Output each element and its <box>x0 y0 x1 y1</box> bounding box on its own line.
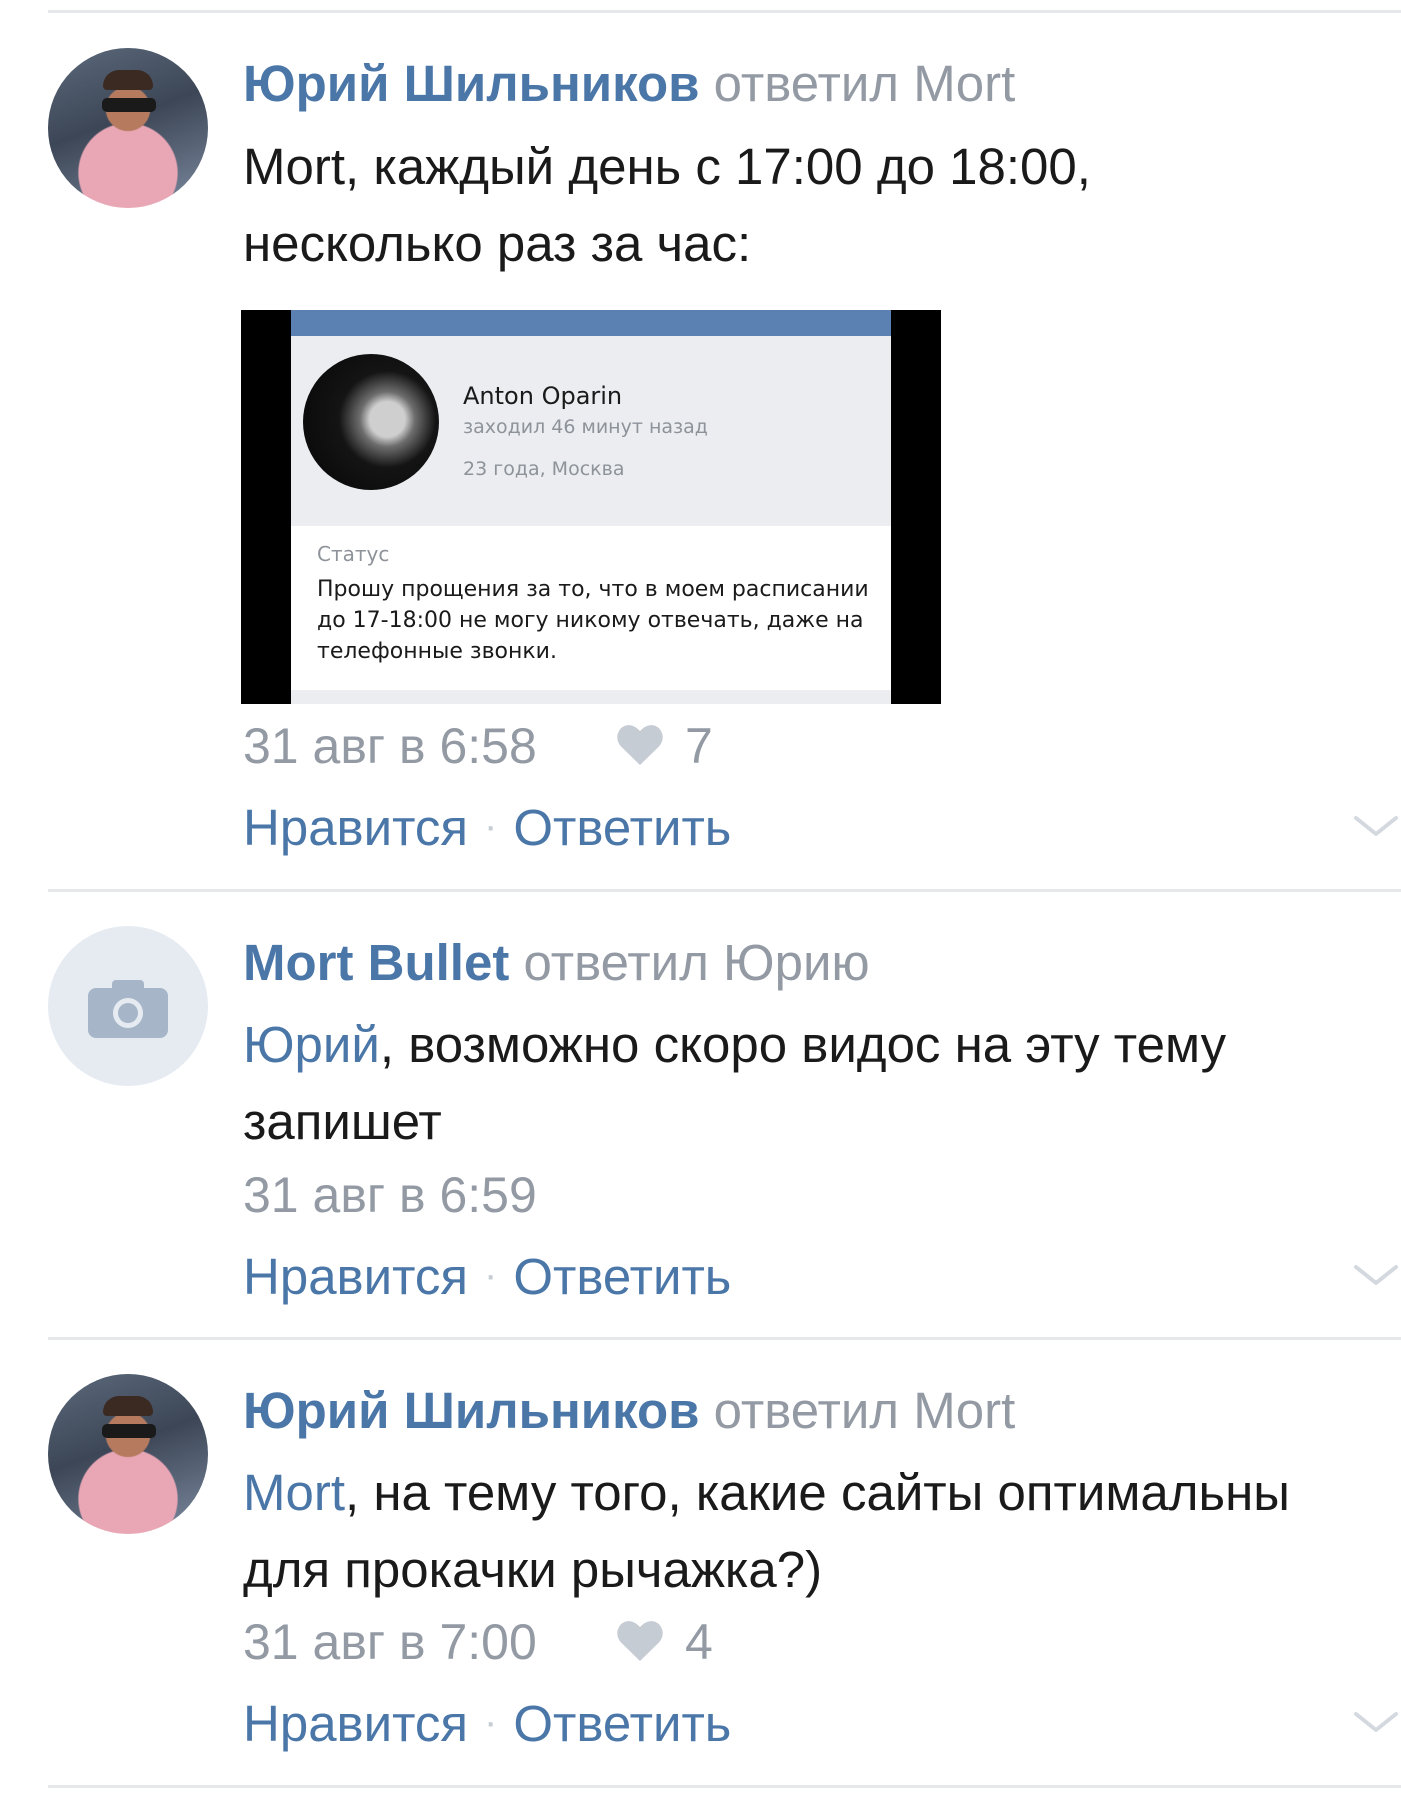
chevron-down-icon[interactable] <box>1352 1708 1400 1736</box>
avatar-hair <box>103 70 153 90</box>
author-line: Юрий Шильников ответил Mort <box>243 1381 1015 1441</box>
attachment-info: 23 года, Москва <box>463 458 625 480</box>
comment-text-line: запишет <box>243 1093 442 1150</box>
comment-time[interactable]: 31 авг в 6:59 <box>243 1165 537 1225</box>
divider <box>48 1337 1401 1340</box>
reply-button[interactable]: Ответить <box>513 1248 731 1305</box>
author-name[interactable]: Юрий Шильников <box>243 1382 700 1439</box>
comment-text: Mort, на тему того, какие сайты оптималь… <box>243 1454 1393 1608</box>
attachment-name: Anton Oparin <box>463 382 623 410</box>
author-name[interactable]: Юрий Шильников <box>243 55 700 112</box>
separator-dot: · <box>484 1700 498 1744</box>
mention-link[interactable]: Mort <box>243 1464 345 1521</box>
comment-text: Mort, каждый день с 17:00 до 18:00, неск… <box>243 128 1393 282</box>
separator-dot: · <box>484 804 498 848</box>
separator-dot: · <box>484 1253 498 1297</box>
comment-text-line: для прокачки рычажка?) <box>243 1541 823 1598</box>
divider <box>48 889 1401 892</box>
comment-actions: Нравится · Ответить <box>243 796 731 858</box>
comments-feed: Юрий Шильников ответил Mort Mort, каждый… <box>0 0 1401 1800</box>
avatar-glasses <box>102 1424 156 1438</box>
avatar[interactable] <box>48 1374 208 1534</box>
like-count: 4 <box>685 1614 713 1670</box>
avatar-glasses <box>102 98 156 112</box>
reply-to-label[interactable]: ответил Mort <box>714 55 1016 112</box>
like-counter: 7 <box>617 716 713 776</box>
reply-to-label[interactable]: ответил Юрию <box>523 934 869 991</box>
author-line: Юрий Шильников ответил Mort <box>243 54 1015 114</box>
chevron-down-icon[interactable] <box>1352 812 1400 840</box>
comment-text-rest: , на тему того, какие сайты оптимальны <box>345 1464 1290 1521</box>
comment-actions: Нравится · Ответить <box>243 1692 731 1754</box>
heart-icon <box>617 1621 663 1661</box>
attachment-screenshot: Anton Oparin заходил 46 минут назад 23 г… <box>291 310 891 704</box>
avatar[interactable] <box>48 48 208 208</box>
avatar[interactable] <box>48 926 208 1086</box>
like-counter: 4 <box>617 1612 713 1672</box>
attachment-avatar <box>303 354 439 490</box>
attachment-status-label: Статус <box>317 542 390 566</box>
like-button[interactable]: Нравится <box>243 1695 468 1752</box>
attachment-topbar <box>291 310 891 336</box>
comment-text-line: Mort, каждый день с 17:00 до 18:00, <box>243 138 1091 195</box>
author-line: Mort Bullet ответил Юрию <box>243 933 870 993</box>
mention-link[interactable]: Юрий <box>243 1016 380 1073</box>
comment-text-line: Mort, на тему того, какие сайты оптималь… <box>243 1454 1393 1531</box>
comment-text-rest: , возможно скоро видос на эту тему <box>379 1016 1227 1073</box>
attachment-bottom <box>291 690 891 704</box>
attachment-image[interactable]: Anton Oparin заходил 46 минут назад 23 г… <box>241 310 941 704</box>
attachment-profile: Anton Oparin заходил 46 минут назад 23 г… <box>291 336 891 526</box>
like-count: 7 <box>685 718 713 774</box>
divider <box>48 10 1401 13</box>
comment-time[interactable]: 31 авг в 6:58 <box>243 716 537 776</box>
author-name[interactable]: Mort Bullet <box>243 934 509 991</box>
avatar-hair <box>103 1396 153 1416</box>
comment-text-line: несколько раз за час: <box>243 215 752 272</box>
like-button[interactable]: Нравится <box>243 799 468 856</box>
comment-actions: Нравится · Ответить <box>243 1245 731 1307</box>
attachment-last-seen: заходил 46 минут назад <box>463 416 708 438</box>
reply-button[interactable]: Ответить <box>513 799 731 856</box>
reply-button[interactable]: Ответить <box>513 1695 731 1752</box>
comment-time[interactable]: 31 авг в 7:00 <box>243 1612 537 1672</box>
camera-icon <box>88 980 168 1038</box>
reply-to-label[interactable]: ответил Mort <box>714 1382 1016 1439</box>
heart-icon <box>617 725 663 765</box>
like-button[interactable]: Нравится <box>243 1248 468 1305</box>
comment-text: Юрий, возможно скоро видос на эту тему з… <box>243 1006 1393 1160</box>
chevron-down-icon[interactable] <box>1352 1261 1400 1289</box>
divider <box>48 1785 1401 1788</box>
comment-text-line: Юрий, возможно скоро видос на эту тему <box>243 1006 1393 1083</box>
attachment-status-text: Прошу прощения за то, что в моем расписа… <box>317 577 869 664</box>
